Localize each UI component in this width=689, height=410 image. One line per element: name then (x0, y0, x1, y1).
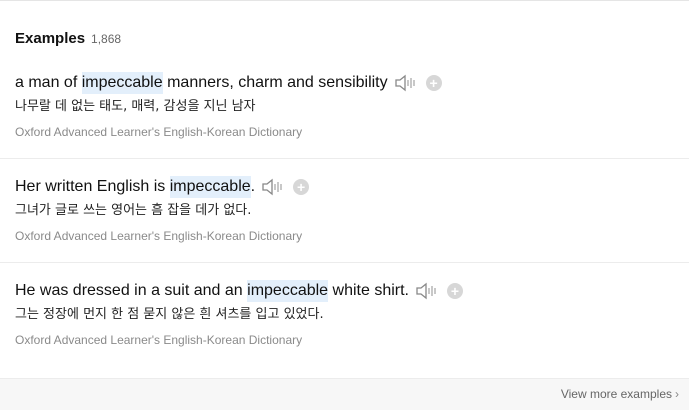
footer-bar: View more examples › (0, 378, 689, 410)
example-source[interactable]: Oxford Advanced Learner's English-Korean… (15, 125, 689, 139)
add-to-wordbook-button[interactable]: + (447, 283, 463, 299)
examples-count: 1,868 (91, 32, 122, 46)
speaker-icon[interactable] (394, 73, 418, 93)
speaker-icon[interactable] (415, 281, 439, 301)
example-source[interactable]: Oxford Advanced Learner's English-Korean… (15, 333, 689, 347)
highlighted-word[interactable]: impeccable (169, 176, 251, 198)
top-divider (0, 0, 689, 1)
examples-title: Examples (15, 30, 86, 47)
example-translation: 나무랄 데 없는 태도, 매력, 감성을 지닌 남자 (15, 99, 256, 114)
sentence-text: a man of (15, 74, 82, 91)
view-more-examples-link[interactable]: View more examples › (561, 387, 679, 401)
sentence-text: . (250, 178, 256, 195)
examples-header: Examples 1,868 (15, 30, 121, 47)
sentence-text: Her written English is (15, 178, 170, 195)
view-more-label: View more examples (560, 387, 672, 401)
example-sentence: Her written English is impeccable. + (15, 176, 689, 198)
highlighted-word[interactable]: impeccable (247, 280, 329, 302)
speaker-icon[interactable] (261, 177, 285, 197)
example-translation: 그녀가 글로 쓰는 영어는 흠 잡을 데가 없다. (15, 203, 252, 218)
example-source[interactable]: Oxford Advanced Learner's English-Korean… (15, 229, 689, 243)
add-to-wordbook-button[interactable]: + (293, 179, 310, 195)
sentence-text: He was dressed in a suit and an (15, 282, 248, 299)
example-item: He was dressed in a suit and an impeccab… (15, 280, 689, 347)
example-sentence: a man of impeccable manners, charm and s… (15, 72, 689, 94)
sentence-text: manners, charm and sensibility (162, 74, 388, 91)
sentence-text: white shirt. (328, 282, 409, 299)
highlighted-word[interactable]: impeccable (81, 72, 163, 94)
example-divider (0, 262, 689, 263)
chevron-right-icon: › (675, 387, 679, 401)
example-divider (0, 158, 689, 159)
example-item: a man of impeccable manners, charm and s… (15, 72, 689, 139)
example-item: Her written English is impeccable. + 그녀가… (15, 176, 689, 243)
add-to-wordbook-button[interactable]: + (425, 75, 442, 91)
example-sentence: He was dressed in a suit and an impeccab… (15, 280, 689, 302)
example-translation: 그는 정장에 먼지 한 점 묻지 않은 흰 셔츠를 입고 있었다. (15, 307, 324, 322)
